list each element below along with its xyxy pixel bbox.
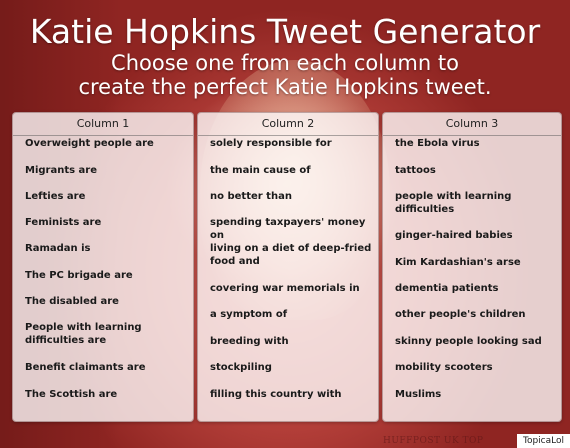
column-3-item: skinny people looking sad <box>395 336 542 347</box>
column-2-item: living on a diet of deep-fried food and <box>210 243 372 267</box>
column-3-panel: Column 3 the Ebola virus tattoos people … <box>382 112 562 422</box>
column-1-item: The Scottish are <box>25 389 118 400</box>
column-3-item: tattoos <box>395 165 436 176</box>
column-3-item: mobility scooters <box>395 362 493 373</box>
column-3-item: dementia patients <box>395 283 499 294</box>
column-2-heading: Column 2 <box>198 113 378 136</box>
column-1-item: Migrants are <box>25 165 98 176</box>
column-2-item: filling this country with <box>210 389 342 400</box>
column-1-heading: Column 1 <box>13 113 193 136</box>
footer-bar: HUFFPOST UK TOP TopicaLol <box>0 434 570 448</box>
column-2-item: covering war memorials in <box>210 283 360 294</box>
column-1-item: Overweight people are <box>25 138 154 149</box>
column-1-item: The disabled are <box>25 296 119 307</box>
column-3-heading: Column 3 <box>383 113 561 136</box>
column-3-item: ginger-haired babies <box>395 230 513 241</box>
poster-title: Katie Hopkins Tweet Generator <box>29 12 541 51</box>
column-1-item: The PC brigade are <box>25 270 133 281</box>
column-3-item: the Ebola virus <box>395 138 480 149</box>
poster-subtitle-line-2: create the perfect Katie Hopkins tweet. <box>78 75 492 99</box>
column-2-item: solely responsible for <box>210 138 332 149</box>
column-1-item: Benefit claimants are <box>25 362 146 373</box>
column-1-item: People with learning difficulties are <box>25 322 142 346</box>
column-2-item: breeding with <box>210 336 289 347</box>
column-2-panel: Column 2 solely responsible for the main… <box>197 112 379 422</box>
column-1-item: Lefties are <box>25 191 86 202</box>
column-2-item: no better than <box>210 191 292 202</box>
column-1-item: Ramadan is <box>25 243 91 254</box>
topicalol-brand: TopicaLol <box>517 434 570 448</box>
column-1-item: Feminists are <box>25 217 102 228</box>
column-1-panel: Column 1 Overweight people are Migrants … <box>12 112 194 422</box>
column-2-item: stockpiling <box>210 362 272 373</box>
column-3-item: Muslims <box>395 389 442 400</box>
poster-canvas: Katie Hopkins Tweet Generator Choose one… <box>0 0 570 448</box>
column-3-item: people with learning difficulties <box>395 191 512 215</box>
column-3-item: other people's children <box>395 309 526 320</box>
column-2-item: a symptom of <box>210 309 288 320</box>
column-2-item: the main cause of <box>210 165 311 176</box>
poster-subtitle-line-1: Choose one from each column to <box>111 51 459 75</box>
huffpost-watermark: HUFFPOST UK TOP <box>383 436 484 446</box>
column-3-item: Kim Kardashian's arse <box>395 257 521 268</box>
column-2-item: spending taxpayers' money on <box>210 217 366 241</box>
